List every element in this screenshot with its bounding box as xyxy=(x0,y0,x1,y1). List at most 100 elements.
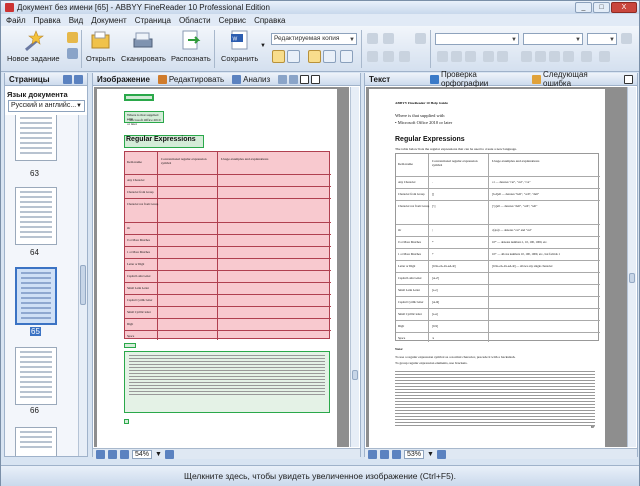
image-zoom-field[interactable]: 54% xyxy=(132,449,153,459)
pages-view-icon[interactable] xyxy=(63,74,72,84)
pages-scrollbar[interactable] xyxy=(78,115,87,456)
wand-icon xyxy=(25,30,45,51)
chevron-down-icon[interactable]: ▼ xyxy=(427,451,434,458)
recognition-area-table[interactable]: Item name Conventional regular expressio… xyxy=(124,151,331,340)
superscript-icon[interactable] xyxy=(483,51,494,62)
indent-icon[interactable] xyxy=(581,51,592,62)
underline-icon[interactable] xyxy=(465,51,476,62)
recognize-button[interactable]: Распознать xyxy=(171,29,211,63)
area-tool-icon[interactable] xyxy=(300,74,310,84)
zoom-fit-icon[interactable] xyxy=(96,449,105,459)
select-tool-icon[interactable] xyxy=(278,74,288,84)
zoom-out-icon[interactable] xyxy=(120,449,129,459)
menu-areas[interactable]: Области xyxy=(179,16,211,25)
zoom-out-icon[interactable] xyxy=(392,449,401,459)
zoom-fit-icon[interactable] xyxy=(368,449,377,459)
picture-icon[interactable] xyxy=(599,51,610,62)
image-viewport[interactable]: Where is that supplied with • Microsoft … xyxy=(94,87,349,447)
paste-icon[interactable] xyxy=(367,51,378,62)
recognized-table[interactable]: Item name Conventional regular expressio… xyxy=(395,153,600,342)
analyze-link[interactable]: Анализ xyxy=(232,74,270,84)
align-right-icon[interactable] xyxy=(549,51,560,62)
pointer-tool-icon[interactable] xyxy=(289,74,299,84)
cut-icon[interactable] xyxy=(367,33,378,44)
scrollbar-thumb[interactable] xyxy=(629,273,635,283)
menu-page[interactable]: Страница xyxy=(135,16,171,25)
page-thumbnail[interactable] xyxy=(15,347,57,405)
zoom-width-icon[interactable] xyxy=(108,449,117,459)
menu-help[interactable]: Справка xyxy=(254,16,285,25)
find-icon[interactable] xyxy=(415,33,426,44)
page-image: Where is that supplied with • Microsoft … xyxy=(97,89,337,447)
layout-button-2[interactable] xyxy=(287,50,300,63)
layout-button-4[interactable] xyxy=(323,50,336,63)
page-thumbnail[interactable] xyxy=(15,115,57,161)
maximize-panel-icon[interactable] xyxy=(311,74,321,84)
menu-edit[interactable]: Правка xyxy=(34,16,61,25)
page-thumbnail[interactable] xyxy=(15,187,57,245)
page-thumbnail[interactable] xyxy=(15,427,57,456)
save-dropdown-arrow[interactable]: ▼ xyxy=(260,43,266,49)
scan-button[interactable]: Сканировать xyxy=(121,29,166,63)
app-window: Документ без имени [65] - ABBYY FineRead… xyxy=(0,0,640,486)
new-task-button[interactable]: Новое задание xyxy=(7,29,60,63)
folder-small-icon[interactable] xyxy=(67,32,78,43)
recognition-area-body[interactable] xyxy=(124,351,330,413)
text-scrollbar[interactable] xyxy=(627,87,636,447)
copy-icon[interactable] xyxy=(383,33,394,44)
chevron-down-icon[interactable]: ▼ xyxy=(155,451,162,458)
bold-icon[interactable] xyxy=(437,51,448,62)
text-viewport[interactable]: ABBYY FineReader 10 Help Guide Where is … xyxy=(366,87,627,447)
zoom-in-icon[interactable] xyxy=(164,449,174,459)
zoom-status-bar[interactable]: Щелкните здесь, чтобы увидеть увеличенно… xyxy=(1,465,639,486)
redo-icon[interactable] xyxy=(399,51,410,62)
toolbar-separator xyxy=(81,30,82,68)
font-size-select[interactable]: ▼ xyxy=(587,33,617,45)
language-select[interactable]: Русский и английс... ▼ xyxy=(8,100,85,112)
save-mode-select[interactable]: Редактируемая копия ▼ xyxy=(271,33,357,45)
pages-settings-icon[interactable] xyxy=(74,74,83,84)
align-left-icon[interactable] xyxy=(521,51,532,62)
image-scrollbar[interactable] xyxy=(350,87,359,447)
recognition-area-header[interactable] xyxy=(124,94,154,101)
edit-image-link[interactable]: Редактировать xyxy=(157,74,224,84)
style-select[interactable]: ▼ xyxy=(435,33,519,45)
close-button[interactable]: X xyxy=(611,2,637,13)
settings-small-icon[interactable] xyxy=(67,48,78,59)
italic-icon[interactable] xyxy=(451,51,462,62)
align-center-icon[interactable] xyxy=(535,51,546,62)
folder-open-icon xyxy=(91,31,110,49)
grow-font-icon[interactable] xyxy=(621,33,632,44)
layout-button-1[interactable] xyxy=(272,50,285,63)
spellcheck-link[interactable]: Проверка орфографии xyxy=(430,70,524,88)
page-number: 66 xyxy=(30,406,39,415)
menu-view[interactable]: Вид xyxy=(69,16,83,25)
save-button[interactable]: W Сохранить xyxy=(221,29,258,63)
page-thumbnail-selected[interactable] xyxy=(15,267,57,325)
justify-icon[interactable] xyxy=(563,51,574,62)
recognition-area-note[interactable] xyxy=(124,343,136,348)
menu-tools[interactable]: Сервис xyxy=(219,16,246,25)
minimize-button[interactable]: _ xyxy=(575,2,592,13)
open-button[interactable]: Открыть xyxy=(86,29,115,63)
text-zoom-field[interactable]: 53% xyxy=(404,449,425,459)
next-error-link[interactable]: Следующая ошибка xyxy=(532,70,616,88)
zoom-in-icon[interactable] xyxy=(436,449,446,459)
font-select[interactable]: ▼ xyxy=(523,33,583,45)
scrollbar-thumb[interactable] xyxy=(352,370,358,380)
scrollbar-thumb[interactable] xyxy=(80,265,86,305)
maximize-panel-icon[interactable] xyxy=(624,74,633,84)
image-panel-header: Изображение Редактировать Анализ xyxy=(93,73,360,86)
undo-icon[interactable] xyxy=(383,51,394,62)
recognition-area-heading[interactable]: Regular Expressions xyxy=(124,135,204,148)
subscript-icon[interactable] xyxy=(497,51,508,62)
menu-file[interactable]: Файл xyxy=(6,16,26,25)
menu-document[interactable]: Документ xyxy=(91,16,127,25)
spellcheck-icon xyxy=(430,74,439,84)
layout-button-5[interactable] xyxy=(340,50,353,63)
layout-button-3[interactable] xyxy=(308,50,321,63)
recognition-area-text[interactable]: Where is that supplied with • Microsoft … xyxy=(124,111,164,126)
maximize-button[interactable]: □ xyxy=(593,2,610,13)
recognition-area-page-number[interactable] xyxy=(124,419,129,424)
zoom-width-icon[interactable] xyxy=(380,449,389,459)
